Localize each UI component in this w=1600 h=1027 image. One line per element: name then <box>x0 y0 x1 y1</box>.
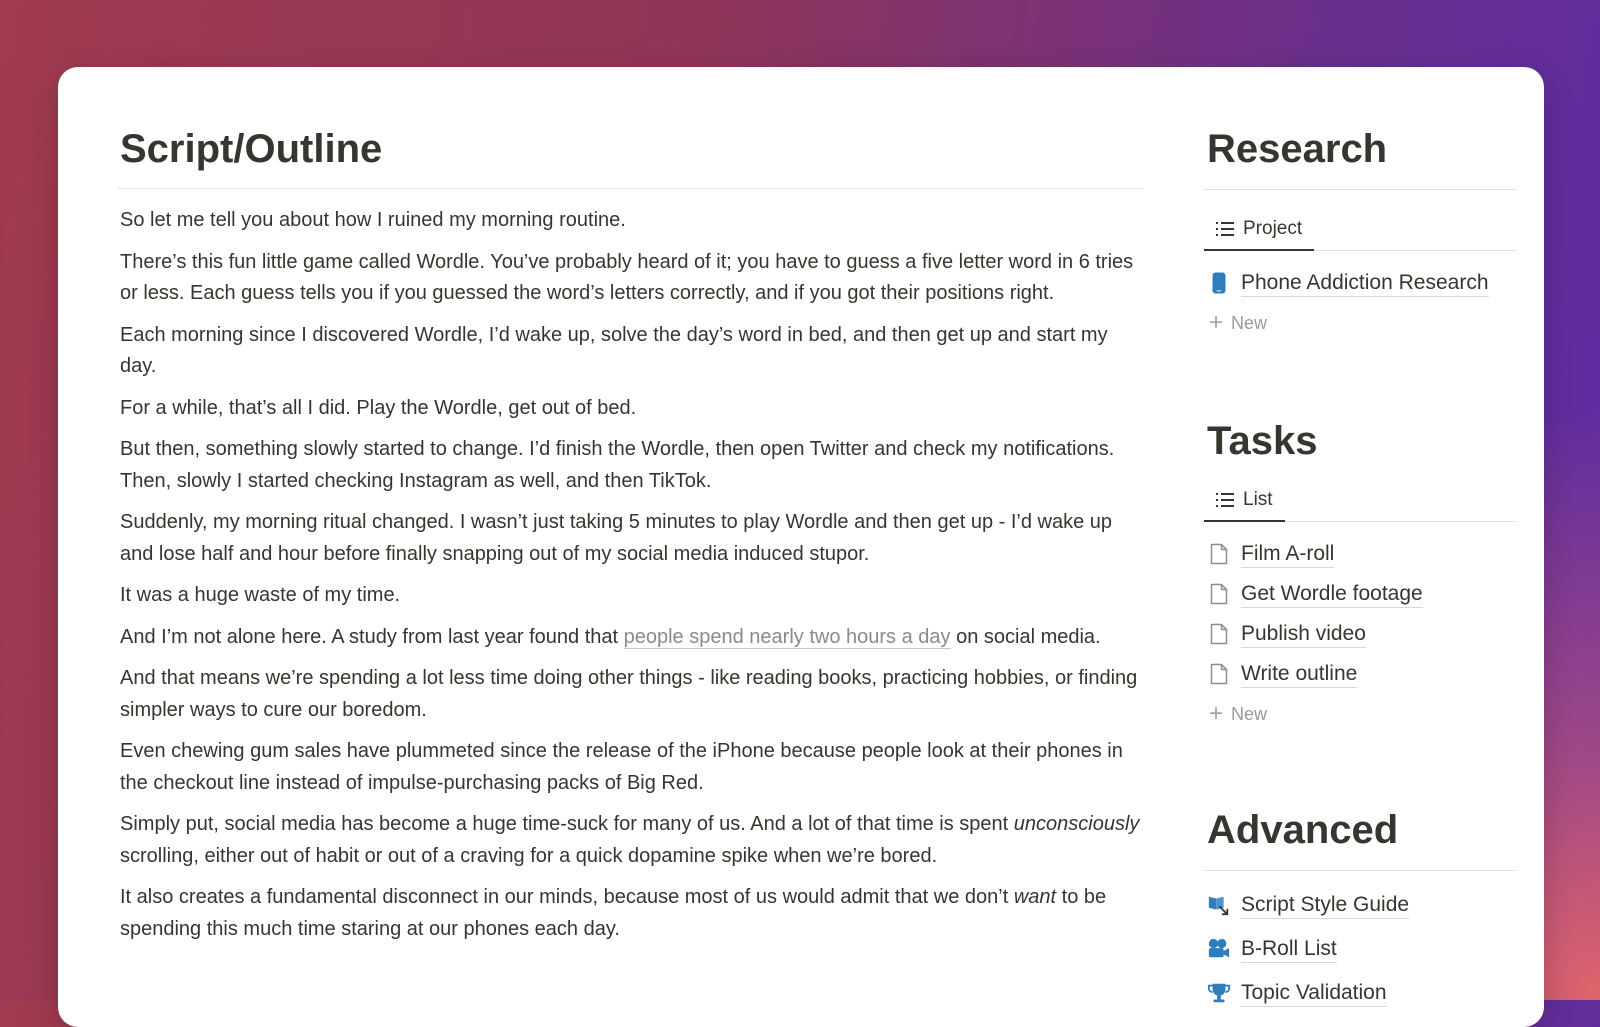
page-card: Script/Outline So let me tell you about … <box>58 67 1544 1027</box>
film-camera-icon <box>1207 936 1231 962</box>
list-item-get-wordle-footage[interactable]: Get Wordle footage <box>1204 574 1516 614</box>
tasks-list: Film A-roll Get Wordle footage Publish v… <box>1204 522 1516 734</box>
paragraph-text: on social media. <box>950 625 1101 648</box>
trophy-icon <box>1207 980 1231 1006</box>
advanced-title: Advanced <box>1207 808 1399 852</box>
paragraph[interactable]: For a while, that’s all I did. Play the … <box>118 393 1144 425</box>
list-item-write-outline[interactable]: Write outline <box>1204 654 1516 694</box>
item-label: Film A-roll <box>1241 541 1335 568</box>
item-label: Topic Validation <box>1241 980 1387 1007</box>
emphasis-text: unconsciously <box>1013 813 1140 835</box>
item-label: Publish video <box>1241 621 1366 648</box>
item-label: B-Roll List <box>1241 936 1337 963</box>
tasks-view-tabs: List <box>1204 479 1516 522</box>
list-icon <box>1216 493 1234 507</box>
study-link[interactable]: people spend nearly two hours a day <box>623 625 951 649</box>
emphasis-text: want <box>1013 886 1057 908</box>
item-label: Phone Addiction Research <box>1241 270 1489 297</box>
advanced-list: Script Style Guide B-Roll List Topic Val… <box>1204 881 1516 1015</box>
research-new-button[interactable]: + New <box>1204 303 1516 343</box>
paragraph-study[interactable]: And I’m not alone here. A study from las… <box>118 622 1144 654</box>
tasks-section: Tasks List Film A-roll Get Wordle footag… <box>1204 417 1516 734</box>
tasks-new-button[interactable]: + New <box>1204 694 1516 734</box>
research-view-tabs: Project <box>1204 208 1516 251</box>
list-item-script-style-guide[interactable]: Script Style Guide <box>1204 883 1516 927</box>
tasks-title: Tasks <box>1207 419 1318 463</box>
list-item-film-a-roll[interactable]: Film A-roll <box>1204 534 1516 574</box>
item-label: Script Style Guide <box>1241 892 1410 919</box>
paragraph-text: scrolling, either out of habit or out of… <box>120 844 938 867</box>
paragraph[interactable]: But then, something slowly started to ch… <box>118 434 1144 497</box>
new-label: New <box>1231 312 1268 333</box>
plus-icon: + <box>1209 309 1224 336</box>
paragraph[interactable]: Even chewing gum sales have plummeted si… <box>118 736 1144 799</box>
style-guide-icon <box>1207 892 1231 918</box>
phone-icon <box>1207 270 1231 296</box>
list-item-publish-video[interactable]: Publish video <box>1204 614 1516 654</box>
sidebar-column: Research Project Phone Addiction Researc… <box>1204 125 1516 1015</box>
paragraph-last[interactable]: It also creates a fundamental disconnect… <box>118 882 1144 945</box>
page-icon <box>1207 541 1231 567</box>
paragraph-text: Simply put, social media has become a hu… <box>120 813 1014 835</box>
new-label: New <box>1231 703 1268 724</box>
script-outline-title: Script/Outline <box>120 127 383 171</box>
list-item-phone-addiction-research[interactable]: Phone Addiction Research <box>1204 263 1516 303</box>
paragraph[interactable]: Each morning since I discovered Wordle, … <box>118 320 1144 383</box>
item-label: Get Wordle footage <box>1241 581 1423 608</box>
divider <box>118 188 1144 189</box>
research-title: Research <box>1207 127 1388 171</box>
list-icon <box>1216 222 1234 236</box>
research-list: Phone Addiction Research + New <box>1204 251 1516 343</box>
paragraph-text: It also creates a fundamental disconnect… <box>120 886 1014 908</box>
page-icon <box>1207 581 1231 607</box>
advanced-section: Advanced Script Style Guide B-Roll List <box>1204 806 1516 1015</box>
paragraph[interactable]: And that means we’re spending a lot less… <box>118 663 1144 726</box>
page-icon <box>1207 621 1231 647</box>
script-outline-section: Script/Outline So let me tell you about … <box>118 125 1144 955</box>
tab-project[interactable]: Project <box>1204 209 1315 251</box>
paragraph[interactable]: Suddenly, my morning ritual changed. I w… <box>118 507 1144 570</box>
divider <box>1204 870 1516 871</box>
paragraph-text: And I’m not alone here. A study from las… <box>120 625 624 648</box>
research-section: Research Project Phone Addiction Researc… <box>1204 125 1516 343</box>
paragraph[interactable]: So let me tell you about how I ruined my… <box>118 205 1144 237</box>
list-item-topic-validation[interactable]: Topic Validation <box>1204 971 1516 1015</box>
tab-label: List <box>1243 489 1273 510</box>
plus-icon: + <box>1209 700 1224 727</box>
paragraph[interactable]: There’s this fun little game called Word… <box>118 247 1144 310</box>
list-item-b-roll-list[interactable]: B-Roll List <box>1204 927 1516 971</box>
paragraph[interactable]: It was a huge waste of my time. <box>118 580 1144 612</box>
tab-label: Project <box>1243 218 1303 239</box>
divider <box>1204 189 1516 190</box>
item-label: Write outline <box>1241 661 1358 688</box>
tab-list[interactable]: List <box>1204 480 1285 522</box>
paragraph-unconscious[interactable]: Simply put, social media has become a hu… <box>118 809 1144 872</box>
page-icon <box>1207 661 1231 687</box>
